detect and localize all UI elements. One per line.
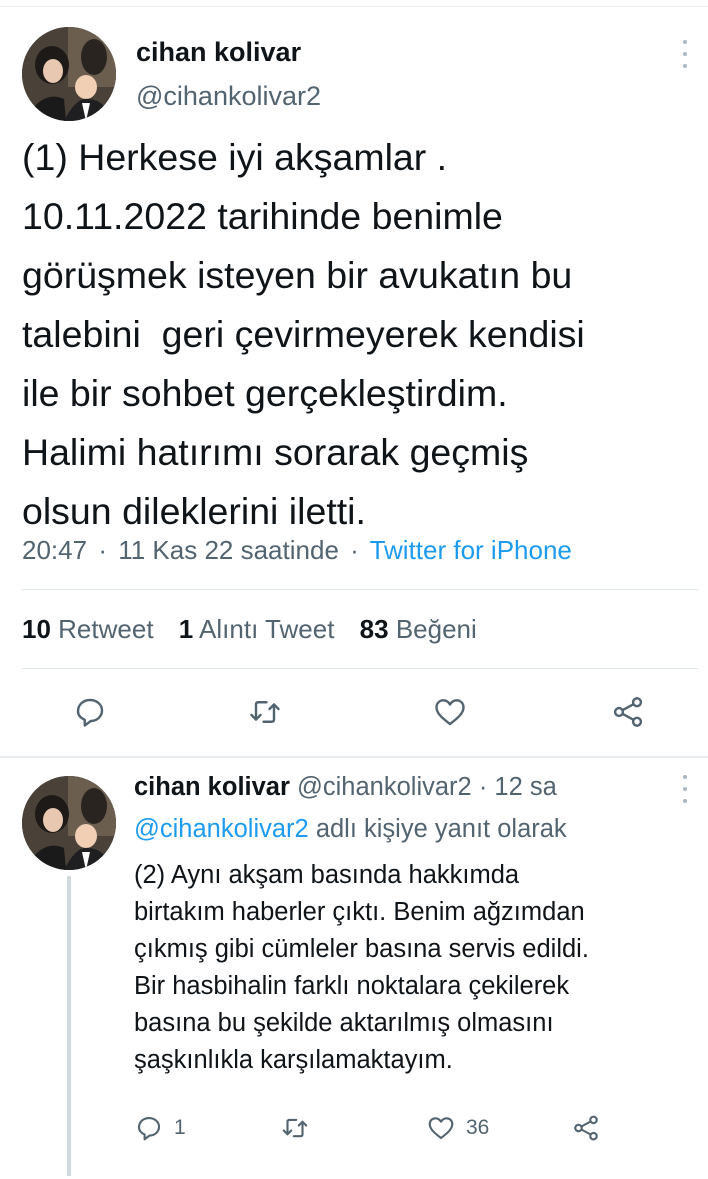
thread-line: [67, 876, 71, 1176]
reply-icon: [76, 698, 104, 727]
mention-link[interactable]: @cihankolivar2: [134, 815, 309, 843]
more-vertical-icon[interactable]: [680, 775, 690, 803]
reply-icon: [137, 1116, 161, 1141]
like-icon: [435, 699, 465, 726]
author-name[interactable]: cihan kolivar: [136, 37, 301, 68]
retweet-button[interactable]: [280, 1113, 310, 1143]
meta-separator: ·: [478, 773, 488, 801]
replying-to: @cihankolivar2 adlı kişiye yanıt olarak: [134, 815, 567, 844]
tweet-source-link[interactable]: Twitter for iPhone: [370, 535, 572, 565]
reply-header: cihan kolivar @cihankolivar2 · 12 sa: [134, 773, 557, 802]
like-count: 36: [466, 1116, 490, 1139]
reply-button[interactable]: 1: [134, 1113, 186, 1143]
share-button[interactable]: [571, 1113, 601, 1143]
tweet-meta: 20:47 · 11 Kas 22 saatinde · Twitter for…: [22, 535, 572, 566]
tweet-text: (1) Herkese iyi akşamlar . 10.11.2022 ta…: [22, 136, 585, 532]
like-button[interactable]: 36: [426, 1113, 489, 1143]
replying-to-label: adlı kişiye yanıt olarak: [315, 815, 567, 843]
share-button[interactable]: [610, 694, 646, 730]
retweets-count: 10: [22, 614, 51, 644]
retweets-stat[interactable]: 10 Retweet: [22, 614, 154, 644]
retweet-icon: [250, 701, 280, 723]
quotes-count: 1: [178, 614, 194, 644]
share-icon: [613, 697, 643, 727]
quotes-label: Alıntı Tweet: [199, 614, 335, 644]
meta-separator: ·: [350, 535, 359, 565]
quotes-stat[interactable]: 1 Alıntı Tweet: [179, 614, 335, 644]
likes-count: 83: [359, 614, 389, 644]
author-handle[interactable]: @cihankolivar2: [136, 81, 321, 112]
tweet-time[interactable]: 12 sa: [494, 773, 556, 801]
like-icon: [428, 1117, 454, 1140]
author-name[interactable]: cihan kolivar: [134, 773, 290, 801]
retweet-icon: [282, 1118, 308, 1138]
tweet-time: 20:47: [22, 535, 88, 565]
divider: [22, 668, 698, 669]
tweet-date: 11 Kas 22 saatinde: [118, 535, 339, 565]
share-icon: [574, 1115, 598, 1141]
retweets-label: Retweet: [58, 614, 154, 644]
avatar-photo: [22, 776, 116, 870]
reply-button[interactable]: [72, 694, 108, 730]
divider: [22, 589, 698, 590]
tweet-stats: 10 Retweet 1 Alıntı Tweet 83 Beğeni: [22, 614, 495, 645]
retweet-button[interactable]: [247, 694, 283, 730]
meta-separator: ·: [98, 535, 107, 565]
main-tweet: cihan kolivar @cihankolivar2 (1) Herkese…: [0, 0, 708, 757]
like-button[interactable]: [432, 694, 468, 730]
likes-stat[interactable]: 83 Beğeni: [360, 614, 477, 644]
avatar[interactable]: [22, 776, 116, 870]
more-vertical-icon[interactable]: [680, 40, 690, 68]
avatar[interactable]: [22, 27, 116, 121]
tweet-separator: [0, 756, 708, 758]
reply-count: 1: [174, 1116, 186, 1139]
avatar-photo: [22, 27, 116, 121]
tweet-text: (2) Aynı akşam basında hakkımda birtakım…: [134, 861, 589, 1074]
author-handle[interactable]: @cihankolivar2: [297, 773, 472, 801]
likes-label: Beğeni: [395, 614, 477, 644]
